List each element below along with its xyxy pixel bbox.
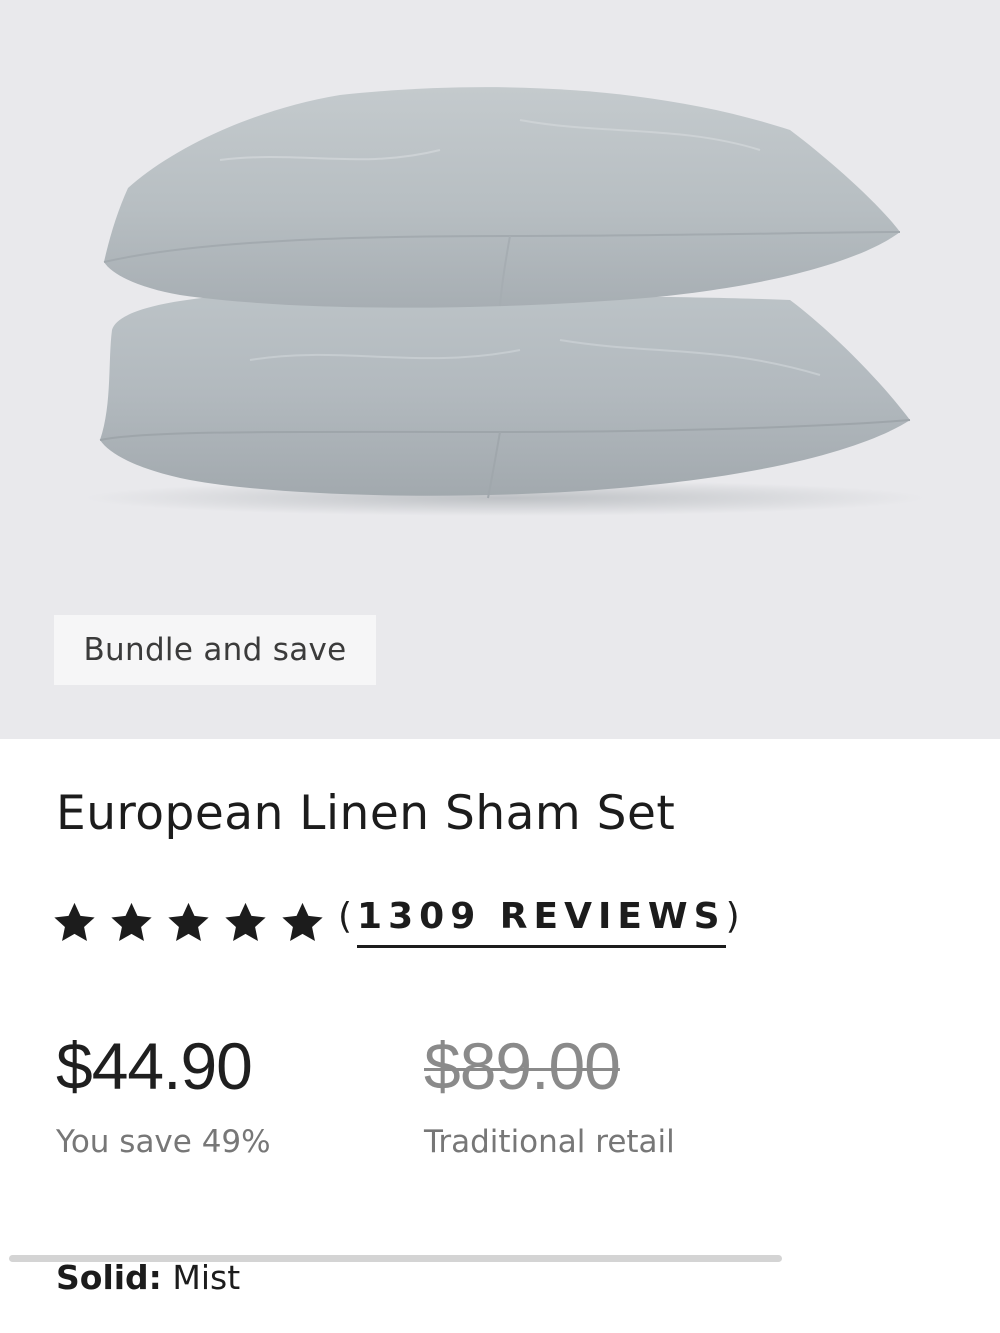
product-image[interactable]: Bundle and save: [0, 0, 1000, 739]
variant-selection: Solid: Mist: [56, 1258, 240, 1297]
reviews-link[interactable]: 1309 REVIEWS: [357, 896, 726, 948]
retail-price: $89.00: [424, 1029, 621, 1103]
retail-label: Traditional retail: [424, 1124, 675, 1160]
star-icon: [282, 902, 323, 942]
star-icon: [111, 902, 152, 942]
horizontal-scrollbar[interactable]: [9, 1255, 782, 1262]
reviews-close-paren: ): [725, 896, 745, 937]
reviews-open-paren: (: [338, 896, 358, 937]
reviews-count: (1309 REVIEWS): [338, 896, 745, 948]
star-icon: [225, 902, 266, 942]
savings-text: You save 49%: [56, 1124, 271, 1160]
variant-label: Solid:: [56, 1258, 162, 1297]
bundle-badge: Bundle and save: [54, 615, 376, 685]
sale-price: $44.90: [56, 1029, 253, 1103]
product-title: European Linen Sham Set: [56, 786, 676, 841]
variant-value: Mist: [172, 1258, 241, 1297]
star-rating: [50, 900, 327, 946]
star-icon: [168, 902, 209, 942]
star-icon: [54, 902, 95, 942]
